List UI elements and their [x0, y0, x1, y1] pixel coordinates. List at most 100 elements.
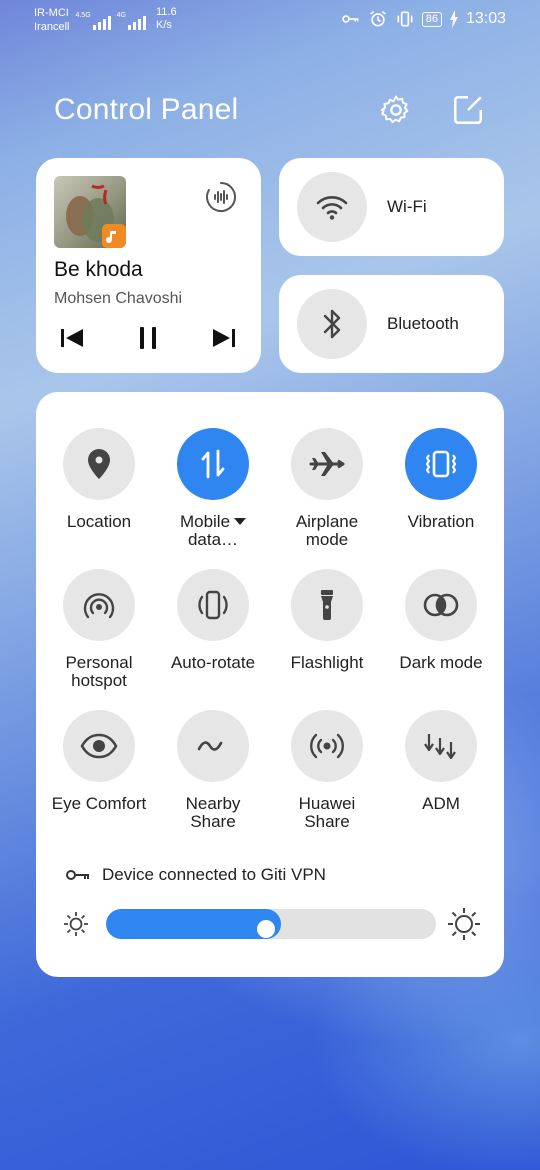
album-art[interactable]	[54, 176, 126, 248]
tile-eye-comfort[interactable]: Eye Comfort	[42, 710, 156, 813]
hotspot-toggle[interactable]	[63, 569, 135, 641]
network-type-1: 4.5G	[75, 12, 91, 19]
tile-label-line1: Airplane	[295, 512, 359, 531]
tile-dark-mode[interactable]: Dark mode	[384, 569, 498, 672]
previous-button[interactable]	[58, 324, 86, 352]
brightness-high-icon	[448, 908, 480, 940]
mobile-data-toggle[interactable]	[177, 428, 249, 500]
tile-label: Dark mode	[399, 653, 483, 672]
carrier-2: Irancell	[34, 21, 70, 33]
adm-icon	[424, 734, 456, 760]
tile-label: Eye Comfort	[51, 794, 147, 813]
vpn-status-text: Device connected to Giti VPN	[102, 865, 326, 884]
tile-mobile-data[interactable]: Mobile data…	[156, 428, 270, 549]
brightness-knob[interactable]	[257, 920, 275, 938]
huawei-share-icon	[310, 733, 344, 759]
edit-icon	[453, 95, 483, 125]
tile-adm[interactable]: ADM	[384, 710, 498, 813]
brightness-slider[interactable]	[106, 909, 436, 939]
edit-button[interactable]	[450, 92, 486, 128]
bluetooth-toggle[interactable]	[297, 289, 367, 359]
airplane-icon	[309, 452, 345, 476]
clock: 13:03	[465, 10, 506, 27]
brightness-low-icon	[64, 912, 88, 936]
tile-auto-rotate[interactable]: Auto-rotate	[156, 569, 270, 672]
brightness-control	[62, 904, 482, 942]
network-speed-unit: K/s	[156, 19, 172, 31]
tile-label-line2: mode	[305, 530, 349, 549]
network-type-2: 4G	[116, 12, 126, 19]
tile-flashlight[interactable]: Flashlight	[270, 569, 384, 672]
status-left: IR-MCI Irancell 4.5G 4G 11.6 K/s	[34, 6, 177, 34]
tile-personal-hotspot[interactable]: Personal hotspot	[42, 569, 156, 690]
tile-huawei-share[interactable]: Huawei Share	[270, 710, 384, 831]
pause-icon	[140, 327, 156, 349]
eye-icon	[80, 733, 118, 759]
tile-label-nearby: Nearby Share	[156, 795, 270, 831]
vibration-icon	[425, 450, 457, 478]
status-right: 86 13:03	[341, 9, 506, 29]
vibration-toggle[interactable]	[405, 428, 477, 500]
network-speed: 11.6 K/s	[156, 6, 177, 32]
media-player-card[interactable]: Be khoda Mohsen Chavoshi	[36, 158, 261, 373]
tile-label: Auto-rotate	[170, 653, 256, 672]
dark-mode-icon	[423, 593, 459, 617]
carrier-names: IR-MCI Irancell	[34, 6, 69, 34]
next-icon	[213, 329, 235, 347]
vpn-status[interactable]: Device connected to Giti VPN	[66, 865, 326, 885]
tile-label-line1: Mobile	[179, 512, 231, 531]
next-button[interactable]	[210, 324, 238, 352]
mobile-data-icon	[201, 449, 225, 479]
tile-label-line2: Share	[190, 812, 236, 831]
airplane-toggle[interactable]	[291, 428, 363, 500]
tile-label-line2: hotspot	[71, 671, 127, 690]
huawei-share-toggle[interactable]	[291, 710, 363, 782]
eye-comfort-toggle[interactable]	[63, 710, 135, 782]
quick-settings-panel: Location Mobile data… Airplane mode Vibrat…	[36, 392, 504, 977]
audio-waves-icon	[206, 182, 237, 212]
settings-button[interactable]	[378, 92, 414, 128]
location-icon	[88, 449, 110, 479]
hotspot-icon	[83, 593, 115, 619]
wifi-icon	[316, 196, 348, 220]
auto-rotate-icon	[198, 590, 228, 620]
battery-icon: 86	[421, 11, 442, 27]
tile-airplane-mode[interactable]: Airplane mode	[270, 428, 384, 549]
tile-label-mobile-data: Mobile data…	[156, 513, 270, 549]
flashlight-icon	[321, 590, 333, 620]
vpn-key-icon	[341, 15, 359, 23]
bluetooth-card[interactable]: Bluetooth	[279, 275, 504, 373]
location-toggle[interactable]	[63, 428, 135, 500]
dark-mode-toggle[interactable]	[405, 569, 477, 641]
pause-button[interactable]	[134, 324, 162, 352]
tile-label-line1: Nearby	[185, 794, 241, 813]
alarm-icon	[369, 10, 386, 27]
tile-label: Flashlight	[290, 653, 364, 672]
song-title: Be khoda	[54, 258, 143, 281]
tile-label-airplane: Airplane mode	[270, 513, 384, 549]
album-art-image	[54, 176, 126, 248]
signal-icon-1: 4.5G	[75, 8, 111, 30]
tile-location[interactable]: Location	[42, 428, 156, 531]
wifi-toggle[interactable]	[297, 172, 367, 242]
audio-output-button[interactable]	[204, 180, 238, 214]
auto-rotate-toggle[interactable]	[177, 569, 249, 641]
previous-icon	[61, 329, 83, 347]
flashlight-toggle[interactable]	[291, 569, 363, 641]
tile-label-line1: Personal	[65, 653, 133, 672]
charging-icon	[449, 10, 458, 28]
vibrate-icon	[397, 11, 413, 27]
carrier-1: IR-MCI	[34, 7, 69, 19]
nearby-share-toggle[interactable]	[177, 710, 249, 782]
tile-label: Vibration	[407, 512, 475, 531]
signal-icon-2: 4G	[117, 8, 146, 30]
tile-nearby-share[interactable]: Nearby Share	[156, 710, 270, 831]
tile-label-hotspot: Personal hotspot	[42, 654, 156, 690]
network-speed-value: 11.6	[156, 6, 177, 18]
wifi-card[interactable]: Wi-Fi	[279, 158, 504, 256]
page-title: Control Panel	[54, 93, 239, 126]
tile-vibration[interactable]: Vibration	[384, 428, 498, 531]
tile-label: ADM	[422, 794, 460, 813]
adm-toggle[interactable]	[405, 710, 477, 782]
dropdown-caret-icon[interactable]	[234, 517, 247, 525]
